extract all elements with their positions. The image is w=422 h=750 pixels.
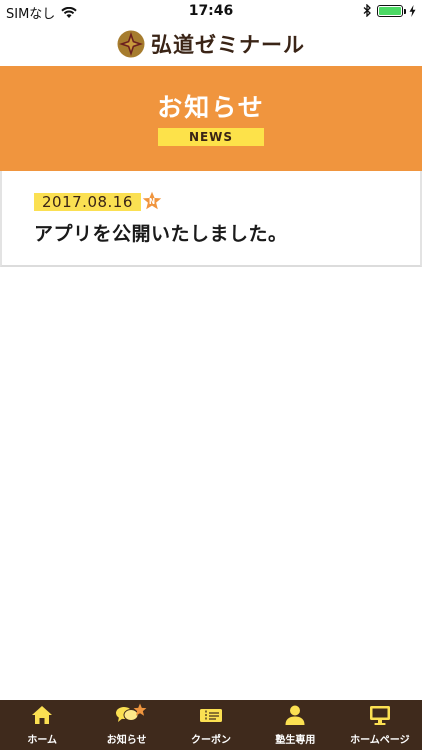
logo-mark-icon [117, 30, 145, 58]
battery-icon [377, 4, 406, 17]
logo-text: 弘道ゼミナール [151, 33, 305, 57]
tab-members-label: 塾生専用 [275, 735, 316, 746]
tab-homepage-label: ホームページ [350, 735, 410, 746]
tab-news-label: お知らせ [106, 735, 147, 746]
coupon-ticket-icon [200, 709, 223, 722]
battery-level [379, 6, 401, 15]
tab-news-star-badge-icon [133, 703, 147, 716]
new-badge-letter: N [149, 197, 155, 206]
app-header: 弘道ゼミナール [0, 22, 422, 66]
news-item[interactable]: 2017.08.16 N アプリを公開いたしました。 [0, 171, 422, 267]
new-star-badge-icon: N [142, 191, 162, 210]
status-right [363, 4, 416, 17]
page-title: お知らせ [157, 93, 265, 122]
page-subtitle-badge: NEWS [158, 128, 264, 146]
tab-news[interactable]: お知らせ [84, 700, 168, 750]
tab-homepage[interactable]: ホームページ [338, 700, 422, 750]
tab-home[interactable]: ホーム [0, 700, 84, 750]
tab-bar: ホーム お知らせ クーポン 塾生専用 ホームページ [0, 700, 422, 750]
home-icon [32, 706, 53, 724]
status-time: 17:46 [188, 3, 234, 19]
bluetooth-icon [363, 4, 371, 17]
news-list: 2017.08.16 N アプリを公開いたしました。 [0, 171, 422, 267]
status-bar: SIMなし 17:46 [0, 0, 422, 22]
person-icon [285, 705, 305, 725]
page-title-banner: お知らせ NEWS [0, 66, 422, 171]
tab-coupon[interactable]: クーポン [169, 700, 253, 750]
news-text: アプリを公開いたしました。 [34, 223, 288, 245]
news-date: 2017.08.16 [34, 193, 141, 211]
tab-members[interactable]: 塾生専用 [253, 700, 337, 750]
monitor-icon [369, 706, 390, 725]
charging-bolt-icon [409, 4, 416, 17]
tab-coupon-label: クーポン [191, 735, 232, 746]
tab-home-label: ホーム [27, 735, 58, 746]
